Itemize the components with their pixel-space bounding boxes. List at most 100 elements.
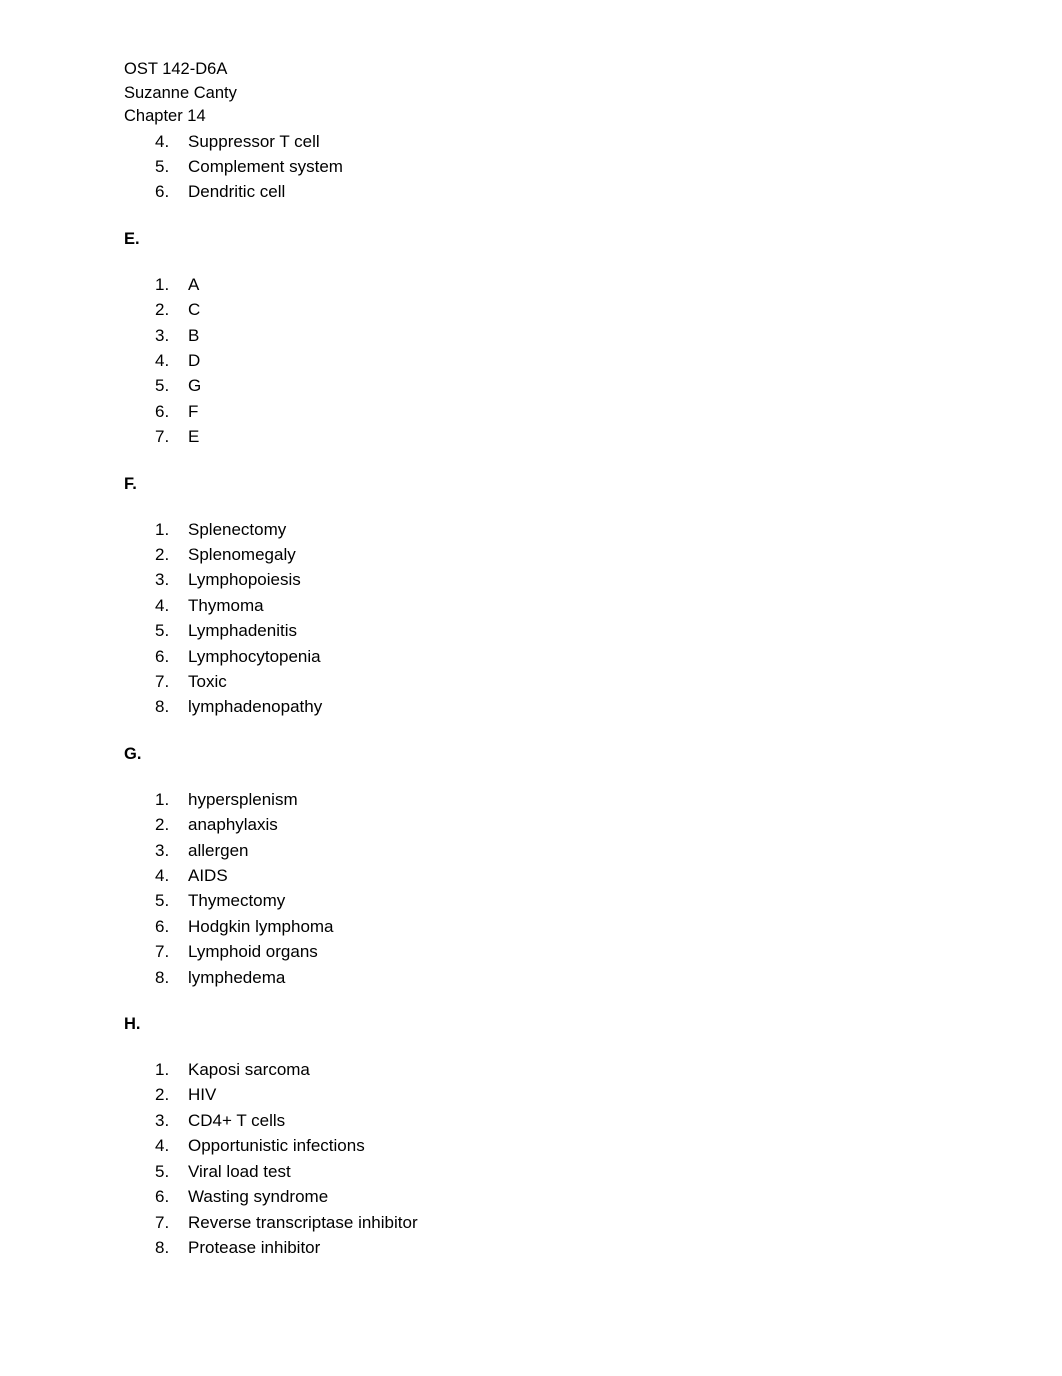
section-g-list: 1. hypersplenism 2. anaphylaxis 3. aller… — [124, 787, 966, 990]
list-item: 1. A — [124, 272, 966, 297]
list-item-number: 5. — [155, 156, 170, 176]
list-item-text: Complement system — [188, 156, 343, 176]
list-item-text: allergen — [188, 840, 249, 860]
list-item-number: 1. — [155, 1060, 170, 1080]
section-h: H. 1. Kaposi sarcoma 2. HIV 3. CD4+ T ce… — [124, 1014, 966, 1260]
list-item-number: 1. — [155, 789, 170, 809]
list-item-text: CD4+ T cells — [188, 1110, 286, 1130]
document-page: OST 142-D6A Suzanne Canty Chapter 14 4. … — [0, 0, 1062, 1376]
list-item-text: Lymphoid organs — [188, 942, 318, 962]
list-item-text: Wasting syndrome — [188, 1187, 329, 1207]
document-header: OST 142-D6A Suzanne Canty Chapter 14 — [124, 58, 966, 129]
list-item-text: Lymphopoiesis — [188, 570, 301, 590]
list-item: 5. G — [124, 373, 966, 398]
section-f-list: 1. Splenectomy 2. Splenomegaly 3. Lympho… — [124, 517, 966, 720]
section-g: G. 1. hypersplenism 2. anaphylaxis 3. al… — [124, 744, 966, 990]
list-item: 2. anaphylaxis — [124, 812, 966, 837]
list-item-text: Protease inhibitor — [188, 1237, 321, 1257]
list-item-number: 2. — [155, 815, 170, 835]
list-item-number: 4. — [155, 350, 170, 370]
section-heading: E. — [124, 229, 140, 248]
list-item-text: Dendritic cell — [188, 182, 286, 202]
list-item: 6. F — [124, 399, 966, 424]
list-item: 7. Lymphoid organs — [124, 939, 966, 964]
list-item-number: 7. — [155, 672, 170, 691]
header-course-code: OST 142-D6A — [124, 60, 228, 78]
list-item-text: B — [188, 325, 200, 345]
list-item: 8. lymphedema — [124, 965, 966, 990]
list-item-text: G — [188, 376, 202, 396]
list-item: 5. Complement system — [124, 154, 966, 179]
list-item-number: 6. — [155, 916, 170, 936]
list-item: 3. allergen — [124, 838, 966, 863]
list-item-text: F — [188, 401, 199, 421]
header-author-name: Suzanne Canty — [124, 83, 237, 102]
list-item-text: Suppressor T cell — [188, 131, 320, 151]
header-chapter: Chapter 14 — [124, 107, 206, 125]
list-item-number: 6. — [155, 1187, 170, 1207]
list-item-text: lymphedema — [188, 967, 286, 987]
list-item-number: 4. — [155, 131, 170, 151]
list-item: 5. Lymphadenitis — [124, 618, 966, 643]
section-e: E. 1. A 2. C 3. B 4. D 5. G 6. F 7. E — [124, 229, 966, 450]
list-item-text: lymphadenopathy — [188, 697, 323, 717]
list-item-number: 2. — [155, 300, 170, 320]
list-item-number: 6. — [155, 401, 170, 421]
section-f: F. 1. Splenectomy 2. Splenomegaly 3. Lym… — [124, 474, 966, 720]
list-item-number: 7. — [155, 1212, 170, 1232]
list-item: 6. Dendritic cell — [124, 179, 966, 204]
section-e-list: 1. A 2. C 3. B 4. D 5. G 6. F 7. E — [124, 272, 966, 450]
list-item-number: 7. — [155, 942, 170, 962]
list-item: 1. Splenectomy — [124, 517, 966, 542]
list-item-text: Hodgkin lymphoma — [188, 916, 334, 936]
list-item-number: 4. — [155, 866, 170, 886]
list-item-number: 3. — [155, 840, 170, 860]
section-h-list: 1. Kaposi sarcoma 2. HIV 3. CD4+ T cells… — [124, 1057, 966, 1260]
list-item: 5. Thymectomy — [124, 888, 966, 913]
list-item-text: A — [188, 274, 200, 294]
list-item-text: Thymectomy — [188, 891, 286, 911]
list-item-number: 5. — [155, 621, 170, 641]
list-item-text: Toxic — [188, 672, 227, 691]
list-item-text: HIV — [188, 1085, 217, 1105]
list-item: 4. Suppressor T cell — [124, 129, 966, 154]
list-item: 4. Opportunistic infections — [124, 1133, 966, 1158]
list-item: 6. Wasting syndrome — [124, 1184, 966, 1209]
list-item: 4. Thymoma — [124, 593, 966, 618]
list-item-text: Splenectomy — [188, 519, 287, 539]
list-item: 2. HIV — [124, 1082, 966, 1107]
list-item-number: 6. — [155, 182, 170, 202]
list-item: 7. Reverse transcriptase inhibitor — [124, 1210, 966, 1235]
list-item: 5. Viral load test — [124, 1159, 966, 1184]
list-item-number: 1. — [155, 519, 170, 539]
list-item: 8. Protease inhibitor — [124, 1235, 966, 1260]
list-item: 3. CD4+ T cells — [124, 1108, 966, 1133]
section-heading: F. — [124, 474, 137, 493]
list-item-number: 3. — [155, 1110, 170, 1130]
list-item-text: AIDS — [188, 866, 228, 886]
section-heading: H. — [124, 1015, 141, 1034]
list-item: 7. E — [124, 424, 966, 449]
list-item-text: Opportunistic infections — [188, 1136, 365, 1156]
list-item-text: hypersplenism — [188, 789, 298, 809]
list-item: 2. C — [124, 297, 966, 322]
list-item-number: 3. — [155, 570, 170, 590]
list-item-text: anaphylaxis — [188, 815, 278, 835]
list-item-number: 2. — [155, 544, 170, 564]
list-item-number: 5. — [155, 376, 170, 396]
list-item-number: 4. — [155, 1136, 170, 1156]
list-item-text: Lymphadenitis — [188, 621, 297, 641]
list-item-number: 2. — [155, 1085, 170, 1105]
list-item-number: 5. — [155, 1161, 170, 1181]
list-item: 4. AIDS — [124, 863, 966, 888]
list-item-text: Splenomegaly — [188, 544, 296, 564]
list-item: 6. Hodgkin lymphoma — [124, 914, 966, 939]
list-item-text: E — [188, 427, 200, 447]
list-item-number: 8. — [155, 697, 170, 717]
list-item: 3. B — [124, 323, 966, 348]
list-item-text: Viral load test — [188, 1161, 291, 1181]
list-item-number: 3. — [155, 325, 170, 345]
list-item-number: 7. — [155, 427, 170, 447]
list-item: 8. lymphadenopathy — [124, 694, 966, 719]
list-item-text: Reverse transcriptase inhibitor — [188, 1212, 418, 1232]
